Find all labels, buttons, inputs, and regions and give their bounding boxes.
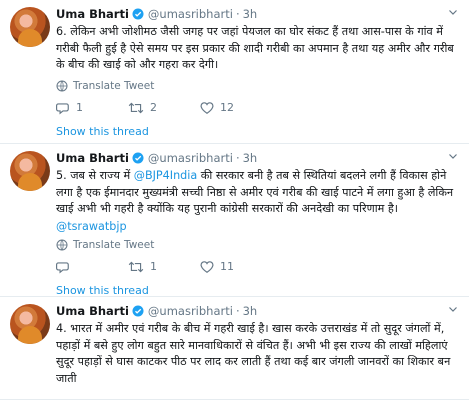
tweet-header: Uma Bharti @umasribharti · 3h	[56, 6, 461, 22]
retweet-count: 2	[150, 101, 157, 114]
translate-tweet-link[interactable]: Translate Tweet	[56, 239, 461, 251]
like-count: 11	[220, 260, 234, 273]
avatar[interactable]	[10, 151, 50, 191]
globe-icon	[56, 239, 68, 250]
translate-label: Translate Tweet	[73, 238, 155, 251]
tweet[interactable]: Uma Bharti @umasribharti · 3h 5. जब से र…	[0, 144, 469, 297]
author-handle[interactable]: @umasribharti	[148, 151, 233, 165]
author-name[interactable]: Uma Bharti	[56, 7, 129, 21]
like-count: 12	[220, 101, 234, 114]
reply-button[interactable]	[56, 260, 128, 274]
separator-dot: ·	[235, 304, 240, 318]
chevron-down-icon[interactable]	[447, 303, 459, 315]
tweet[interactable]: Uma Bharti @umasribharti · 3h 6. लेकिन अ…	[0, 0, 469, 144]
timestamp[interactable]: 3h	[243, 304, 258, 318]
translate-label: Translate Tweet	[73, 79, 155, 92]
retweet-icon	[128, 261, 144, 272]
tweet[interactable]: Uma Bharti @umasribharti · 3h 4. भारत मे…	[0, 297, 469, 400]
like-icon	[200, 260, 214, 273]
tweet-feed: Uma Bharti @umasribharti · 3h 6. लेकिन अ…	[0, 0, 469, 400]
tweet-text: 4. भारत में अमीर एवं गरीब के बीच में गहर…	[56, 322, 451, 385]
retweet-count: 1	[150, 260, 157, 273]
tweet-text-start: 5. जब से राज्य में	[56, 169, 134, 182]
chevron-down-icon[interactable]	[447, 150, 459, 162]
globe-icon	[56, 80, 68, 91]
reply-count: 1	[76, 101, 83, 114]
tweet-header: Uma Bharti @umasribharti · 3h	[56, 303, 461, 319]
author-handle[interactable]: @umasribharti	[148, 7, 233, 21]
verified-badge-icon	[132, 305, 144, 317]
translate-tweet-link[interactable]: Translate Tweet	[56, 80, 461, 92]
like-button[interactable]: 12	[200, 101, 272, 115]
chevron-down-icon[interactable]	[447, 6, 459, 18]
timestamp[interactable]: 3h	[243, 7, 258, 21]
author-handle[interactable]: @umasribharti	[148, 304, 233, 318]
verified-badge-icon	[132, 8, 144, 20]
author-name[interactable]: Uma Bharti	[56, 304, 129, 318]
tweet-header: Uma Bharti @umasribharti · 3h	[56, 150, 461, 166]
author-name[interactable]: Uma Bharti	[56, 151, 129, 165]
retweet-button[interactable]: 2	[128, 101, 200, 115]
show-thread-link[interactable]: Show this thread	[56, 284, 461, 297]
like-button[interactable]: 11	[200, 260, 272, 274]
reply-button[interactable]: 1	[56, 101, 128, 115]
mention-link[interactable]: @tsrawatbjp	[56, 220, 461, 233]
tweet-actions: 1 2 12	[56, 100, 461, 116]
tweet-actions: 1 11	[56, 259, 461, 275]
timestamp[interactable]: 3h	[243, 151, 258, 165]
retweet-button[interactable]: 1	[128, 260, 200, 274]
separator-dot: ·	[235, 7, 240, 21]
tweet-text: 6. लेकिन अभी जोशीमठ जैसी जगह पर जहां पेय…	[56, 25, 454, 71]
avatar[interactable]	[10, 7, 50, 47]
mention-link[interactable]: @BJP4India	[134, 169, 197, 182]
retweet-icon	[128, 102, 144, 113]
reply-icon	[56, 102, 69, 114]
show-thread-link[interactable]: Show this thread	[56, 125, 461, 138]
verified-badge-icon	[132, 152, 144, 164]
tweet-text: 5. जब से राज्य में @BJP4India की सरकार ब…	[56, 168, 461, 218]
like-icon	[200, 101, 214, 114]
reply-icon	[56, 261, 69, 273]
separator-dot: ·	[235, 151, 240, 165]
avatar[interactable]	[10, 304, 50, 344]
